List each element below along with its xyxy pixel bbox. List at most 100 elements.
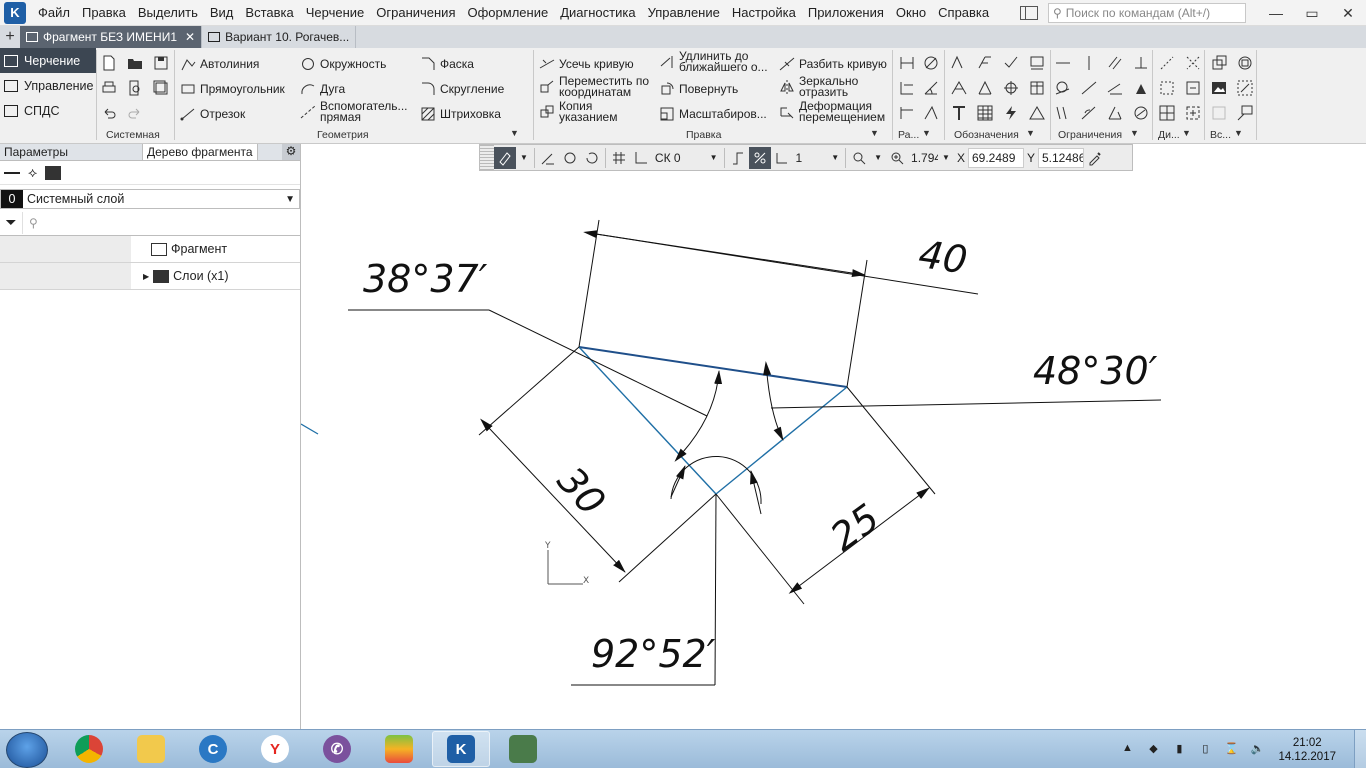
diagnostic-icon-6[interactable]: [1184, 104, 1202, 122]
notation-expand-icon[interactable]: ▼: [1026, 128, 1035, 138]
tab-fragment-tree[interactable]: Дерево фрагмента: [142, 144, 258, 160]
maximize-button[interactable]: ▭: [1294, 5, 1330, 22]
tree-row-fragment[interactable]: Фрагмент: [0, 236, 300, 263]
image-icon[interactable]: [45, 165, 62, 180]
vertical-constraint-icon[interactable]: [1080, 54, 1098, 72]
menu-view[interactable]: Вид: [204, 5, 240, 20]
zoom-mode-dropdown-icon[interactable]: ▼: [870, 153, 886, 162]
show-desktop-button[interactable]: [1354, 730, 1366, 768]
step-icon[interactable]: [771, 147, 793, 169]
save-icon[interactable]: [152, 54, 170, 72]
tree-row-layers[interactable]: ▶ Слои (x1): [0, 263, 300, 290]
hatch-button[interactable]: Штриховка: [420, 106, 501, 122]
orthogonal-icon[interactable]: [537, 147, 559, 169]
angle3-text[interactable]: 92°52′: [591, 632, 716, 676]
insert-object-icon[interactable]: [1236, 79, 1254, 97]
angle2-text[interactable]: 48°30′: [1033, 349, 1158, 393]
fillet-button[interactable]: Скругление: [420, 81, 504, 97]
diagnostic-icon-5[interactable]: [1158, 104, 1176, 122]
chrome-taskbar-button[interactable]: [60, 731, 118, 767]
dimensions-expand-icon[interactable]: ▼: [922, 128, 931, 138]
horizontal-constraint-icon[interactable]: [1054, 54, 1072, 72]
dim25-text[interactable]: 25: [822, 495, 887, 559]
fix-point-icon[interactable]: [1132, 79, 1150, 97]
grid-table-icon[interactable]: [976, 104, 994, 122]
start-button[interactable]: [6, 732, 48, 768]
cross-icon[interactable]: [1002, 79, 1020, 97]
stray-segment[interactable]: [301, 423, 319, 435]
tab-fragment[interactable]: Фрагмент БЕЗ ИМЕНИ1 ✕: [20, 26, 203, 48]
coordinate-system-icon[interactable]: [630, 147, 652, 169]
open-folder-icon[interactable]: [126, 54, 144, 72]
roughness-icon[interactable]: [950, 54, 968, 72]
text-icon[interactable]: [950, 104, 968, 122]
aux-line-button[interactable]: Вспомогатель... прямая: [300, 100, 408, 123]
deform-button[interactable]: Деформация перемещением: [779, 100, 885, 123]
mirror-button[interactable]: Зеркально отразить: [779, 75, 858, 98]
filter-icon[interactable]: ⏷: [0, 214, 22, 231]
collapse-icon[interactable]: [4, 171, 20, 174]
viber-taskbar-button[interactable]: ✆: [308, 731, 366, 767]
show-constraints-icon[interactable]: [1132, 104, 1150, 122]
menu-window[interactable]: Окно: [890, 5, 932, 20]
grid-icon[interactable]: [608, 147, 630, 169]
insert-fragment-icon[interactable]: [1210, 54, 1228, 72]
equal-length-icon[interactable]: [1106, 79, 1124, 97]
mode-manage[interactable]: Управление: [0, 73, 96, 98]
diagnostic-icon-3[interactable]: [1158, 79, 1176, 97]
diagnostic-icon-2[interactable]: [1184, 54, 1202, 72]
shapes-icon[interactable]: ⟡: [28, 164, 37, 181]
menu-apps[interactable]: Приложения: [802, 5, 890, 20]
menu-manage[interactable]: Управление: [642, 5, 726, 20]
circle-button[interactable]: Окружность: [300, 56, 386, 72]
snap-settings-icon[interactable]: [559, 147, 581, 169]
menu-diagnostics[interactable]: Диагностика: [554, 5, 641, 20]
diagnostic-icon-4[interactable]: [1184, 79, 1202, 97]
angular-dim-icon[interactable]: [922, 79, 940, 97]
save-all-icon[interactable]: [152, 79, 170, 97]
autoline-button[interactable]: Автолиния: [180, 56, 259, 72]
ccleaner-taskbar-button[interactable]: C: [184, 731, 242, 767]
hourglass-icon[interactable]: ⌛: [1223, 742, 1239, 758]
show-hidden-icons[interactable]: ▲: [1119, 742, 1135, 758]
menu-settings[interactable]: Настройка: [726, 5, 802, 20]
zoom-icon[interactable]: [886, 147, 908, 169]
menu-drawing[interactable]: Черчение: [300, 5, 371, 20]
tangent-constraint-icon[interactable]: [1054, 79, 1072, 97]
linear-dim-icon[interactable]: [898, 54, 916, 72]
expand-arrow-icon[interactable]: ▶: [143, 272, 149, 281]
zoom-dropdown-icon[interactable]: ▼: [938, 153, 954, 162]
drawing-canvas[interactable]: 40 30 25 38°37′ 48°30′ 92°52′ Y X ▼ СК 0…: [301, 144, 1366, 729]
dim30-text[interactable]: 30: [549, 458, 614, 523]
x-coordinate-field[interactable]: 69.2489: [967, 147, 1024, 168]
menu-help[interactable]: Справка: [932, 5, 995, 20]
device-icon[interactable]: ▯: [1197, 742, 1213, 758]
volume-icon[interactable]: 🔈: [1249, 742, 1265, 758]
menu-insert[interactable]: Вставка: [239, 5, 299, 20]
arc-dim-icon[interactable]: [922, 104, 940, 122]
rotate-button[interactable]: Повернуть: [659, 81, 738, 97]
leader-icon[interactable]: [950, 79, 968, 97]
mode-drawing[interactable]: Черчение: [0, 48, 96, 73]
command-search-input[interactable]: ⚲ Поиск по командам (Alt+/): [1048, 3, 1246, 23]
bluestacks-tray-icon[interactable]: ◆: [1145, 742, 1161, 758]
rectangle-button[interactable]: Прямоугольник: [180, 81, 285, 97]
constraints-expand-icon[interactable]: ▼: [1130, 128, 1139, 138]
clock[interactable]: 21:02 14.12.2017: [1278, 736, 1336, 764]
mode-spds[interactable]: СПДС: [0, 98, 96, 123]
symmetry-constraint-icon[interactable]: [1054, 104, 1072, 122]
print-icon[interactable]: [100, 79, 118, 97]
view-refresh-icon[interactable]: [581, 147, 603, 169]
fix-angle-icon[interactable]: [1106, 104, 1124, 122]
redo-icon[interactable]: [126, 104, 144, 122]
explorer-taskbar-button[interactable]: [122, 731, 180, 767]
triangle-side-right[interactable]: [715, 386, 848, 495]
kompas-logo-icon[interactable]: K: [4, 1, 26, 24]
new-document-button[interactable]: +: [0, 26, 20, 48]
segment-button[interactable]: Отрезок: [180, 106, 245, 122]
triangle-side-top[interactable]: [578, 346, 848, 388]
collinear-constraint-icon[interactable]: [1080, 79, 1098, 97]
undo-icon[interactable]: [100, 104, 118, 122]
table-icon[interactable]: [1028, 79, 1046, 97]
bluestacks-taskbar-button[interactable]: [370, 731, 428, 767]
